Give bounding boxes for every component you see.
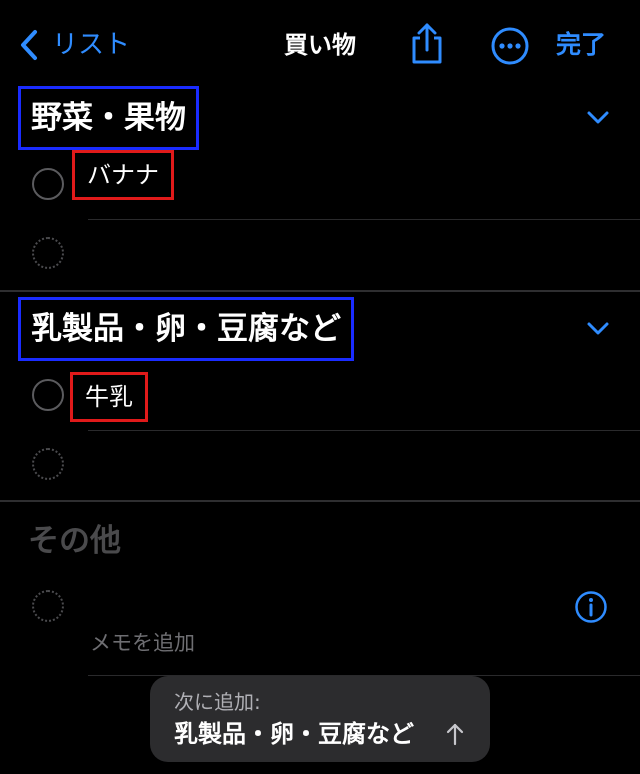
row-divider: [88, 430, 640, 431]
section-title-vegetables-fruits[interactable]: 野菜・果物: [18, 86, 199, 150]
toast-section-name: 乳製品・卵・豆腐など: [174, 720, 414, 748]
arrow-up-icon: [446, 723, 464, 746]
section-divider: [0, 290, 640, 292]
add-next-toast[interactable]: 次に追加: 乳製品・卵・豆腐など: [150, 676, 490, 762]
item-checkbox[interactable]: [32, 168, 64, 200]
back-chevron-icon[interactable]: [18, 28, 40, 62]
memo-placeholder[interactable]: メモを追加: [90, 628, 195, 658]
page-title: 買い物: [284, 31, 356, 59]
section-title-other[interactable]: その他: [18, 512, 131, 570]
new-item-placeholder-circle[interactable]: [32, 590, 64, 622]
info-icon[interactable]: [574, 590, 608, 624]
item-checkbox[interactable]: [32, 379, 64, 411]
back-button[interactable]: リスト: [52, 28, 130, 62]
navigation-bar: リスト 買い物 完了: [0, 0, 640, 90]
chevron-down-icon[interactable]: [586, 321, 610, 337]
list-item-label[interactable]: バナナ: [72, 150, 174, 200]
new-item-placeholder-circle[interactable]: [32, 448, 64, 480]
section-title-dairy-eggs-tofu[interactable]: 乳製品・卵・豆腐など: [18, 297, 354, 361]
new-item-placeholder-circle[interactable]: [32, 237, 64, 269]
row-divider: [88, 219, 640, 220]
more-icon[interactable]: [490, 26, 530, 66]
section-divider: [0, 500, 640, 502]
chevron-down-icon[interactable]: [586, 110, 610, 126]
list-item-label[interactable]: 牛乳: [70, 372, 148, 422]
share-icon[interactable]: [408, 22, 446, 66]
done-button[interactable]: 完了: [556, 28, 606, 62]
toast-caption: 次に追加:: [174, 690, 261, 714]
